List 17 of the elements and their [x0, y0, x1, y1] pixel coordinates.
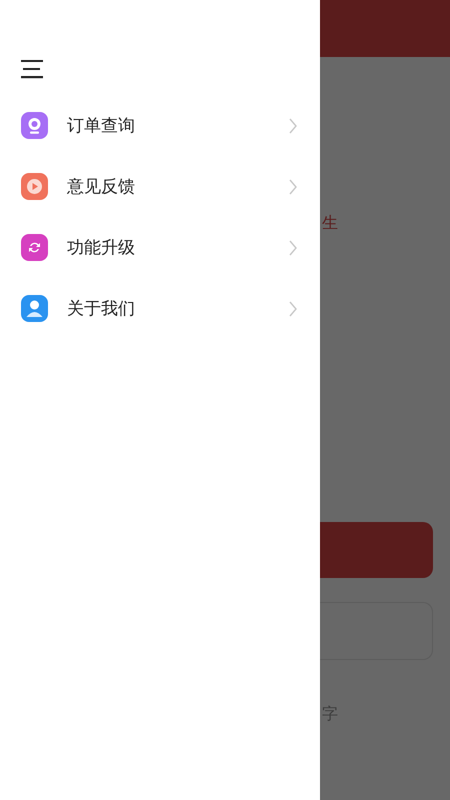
webcam-icon: [21, 112, 48, 139]
chevron-right-icon: [288, 178, 298, 194]
person-icon: [21, 295, 48, 322]
menu-item[interactable]: 关于我们: [0, 278, 320, 339]
menu-item[interactable]: 订单查询: [0, 95, 320, 156]
input-field[interactable]: [320, 602, 433, 660]
chevron-right-icon: [288, 240, 298, 256]
chevron-right-icon: [288, 300, 298, 316]
play-icon: [21, 173, 48, 200]
chevron-right-icon: [288, 118, 298, 134]
menu-icon: [21, 59, 43, 79]
menu-button[interactable]: [20, 57, 44, 81]
primary-button[interactable]: [320, 522, 433, 578]
refresh-icon: [21, 234, 48, 261]
menu-item[interactable]: 意见反馈: [0, 156, 320, 217]
menu-item[interactable]: 功能升级: [0, 217, 320, 278]
partial-text: 生: [321, 213, 339, 234]
